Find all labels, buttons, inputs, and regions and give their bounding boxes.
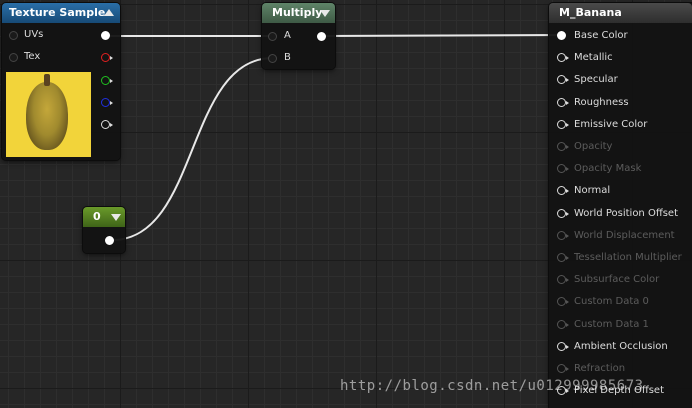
constant-output-pin[interactable] <box>105 236 114 245</box>
material-input-label: Specular <box>574 74 618 86</box>
material-input-pin[interactable] <box>557 119 569 129</box>
constant-node[interactable]: 0 <box>83 207 125 253</box>
collapse-arrow-icon[interactable] <box>104 9 114 16</box>
red-output-pin[interactable] <box>101 53 113 62</box>
material-input-label: Custom Data 0 <box>574 296 649 308</box>
material-input-label: Roughness <box>574 96 629 108</box>
material-input-label: Metallic <box>574 52 613 64</box>
material-input-label: Ambient Occlusion <box>574 340 668 352</box>
tex-input-pin[interactable] <box>9 53 18 62</box>
multiply-b-label: B <box>284 52 291 63</box>
material-input-pin[interactable] <box>557 142 569 151</box>
material-input-pin[interactable] <box>557 75 569 85</box>
uvs-input-label: UVs <box>24 29 44 40</box>
material-input-label: Tessellation Multiplier <box>574 252 682 263</box>
multiply-a-label: A <box>284 30 291 41</box>
material-input-label: Opacity <box>574 141 613 152</box>
multiply-b-input-pin[interactable] <box>268 54 277 63</box>
material-result-node[interactable]: M_Banana Base Color Metallic Specular Rough… <box>549 3 692 408</box>
banana-texture-image <box>26 82 68 150</box>
multiply-title: Multiply <box>272 6 323 19</box>
uvs-input-pin[interactable] <box>9 31 18 40</box>
constant-value: 0 <box>93 210 101 223</box>
material-input-pin[interactable] <box>557 53 569 63</box>
material-input-label: Emissive Color <box>574 118 648 130</box>
multiply-output-pin[interactable] <box>317 32 326 41</box>
material-input-label: Opacity Mask <box>574 163 642 175</box>
material-input-pin[interactable] <box>557 297 569 307</box>
material-input-pin[interactable] <box>557 230 569 240</box>
texture-sample-title: Texture Sample <box>9 6 106 19</box>
material-title: M_Banana <box>559 6 622 19</box>
wire-multiply-to-base-color <box>321 34 562 37</box>
material-input-label: Base Color <box>574 30 628 41</box>
multiply-node[interactable]: Multiply A B <box>262 3 335 69</box>
material-input-pin[interactable] <box>557 186 569 196</box>
material-input-pin[interactable] <box>557 341 569 351</box>
watermark-text: http://blog.csdn.net/u012999985673 <box>340 378 644 394</box>
constant-header[interactable]: 0 <box>83 207 125 227</box>
blue-output-pin[interactable] <box>101 98 113 107</box>
material-input-label: Refraction <box>574 363 626 374</box>
material-input-label: Custom Data 1 <box>574 318 649 330</box>
material-input-label: World Displacement <box>574 229 675 241</box>
multiply-header[interactable]: Multiply <box>262 3 335 23</box>
collapse-arrow-icon[interactable] <box>111 214 121 221</box>
material-input-pin[interactable] <box>557 364 569 373</box>
green-output-pin[interactable] <box>101 76 113 85</box>
texture-preview-thumbnail <box>6 72 91 157</box>
material-input-label: Normal <box>574 185 611 197</box>
alpha-output-pin[interactable] <box>101 120 113 129</box>
texture-sample-node[interactable]: Texture Sample UVs Tex <box>2 3 120 160</box>
material-input-pin[interactable] <box>557 253 569 262</box>
banana-stem-image <box>44 74 50 86</box>
rgb-output-pin[interactable] <box>101 31 110 40</box>
collapse-arrow-icon[interactable] <box>320 10 330 17</box>
material-input-pin[interactable] <box>557 164 569 174</box>
material-input-pin[interactable] <box>557 275 569 285</box>
wire-constant-to-multiply-b <box>111 57 274 241</box>
material-input-pin[interactable] <box>557 208 569 218</box>
texture-sample-header[interactable]: Texture Sample <box>2 3 120 23</box>
material-input-label: Subsurface Color <box>574 274 660 286</box>
multiply-a-input-pin[interactable] <box>268 32 277 41</box>
material-header[interactable]: M_Banana <box>549 3 692 23</box>
material-input-label: World Position Offset <box>574 207 678 219</box>
tex-input-label: Tex <box>24 51 41 62</box>
material-input-pin[interactable] <box>557 319 569 329</box>
material-input-pin[interactable] <box>557 31 566 40</box>
material-input-pin[interactable] <box>557 97 569 107</box>
